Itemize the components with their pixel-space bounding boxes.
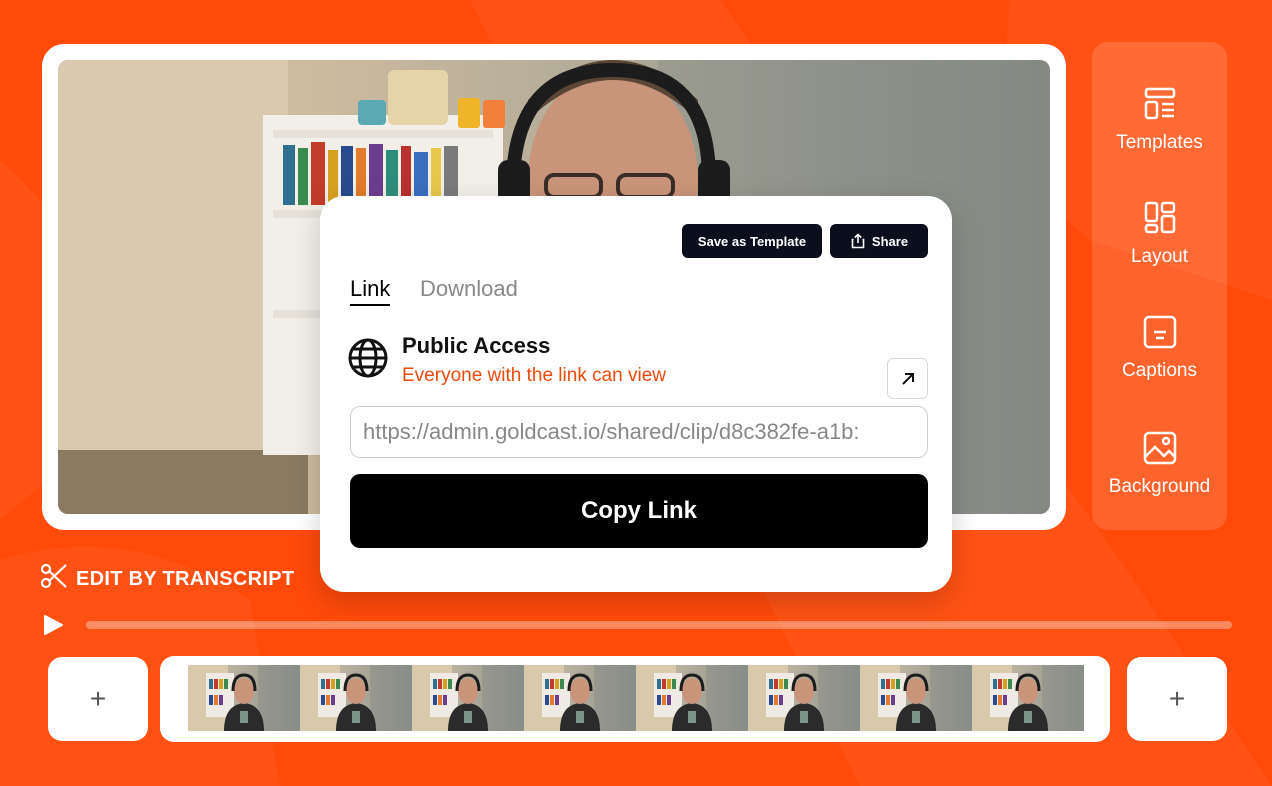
play-icon[interactable] — [42, 614, 64, 636]
captions-icon — [1143, 315, 1176, 349]
timeline-scrubber[interactable] — [86, 621, 1232, 629]
scissors-icon — [40, 563, 67, 588]
captions-button[interactable]: Captions — [1092, 314, 1227, 382]
background-button[interactable]: Background — [1092, 430, 1227, 498]
add-clip-after-button[interactable]: + — [1127, 657, 1227, 741]
edit-by-transcript-button[interactable]: EDIT BY TRANSCRIPT — [40, 562, 294, 591]
edit-by-transcript-label: EDIT BY TRANSCRIPT — [76, 568, 295, 590]
background-label: Background — [1108, 476, 1211, 497]
filmstrip-frames — [188, 665, 1084, 731]
templates-label: Templates — [1116, 132, 1203, 153]
plus-icon: + — [1168, 683, 1186, 714]
open-link-button[interactable] — [887, 358, 928, 399]
image-icon — [1143, 431, 1176, 465]
layout-button[interactable]: Layout — [1092, 200, 1227, 268]
share-label: Share — [871, 233, 909, 249]
captions-label: Captions — [1122, 360, 1197, 381]
copy-link-label: Copy Link — [580, 497, 697, 524]
tab-download[interactable]: Download — [420, 276, 518, 302]
save-as-template-label: Save as Template — [697, 233, 807, 249]
filmstrip-frame — [188, 665, 300, 731]
plus-icon: + — [89, 683, 107, 714]
layout-label: Layout — [1130, 246, 1189, 267]
share-button[interactable]: Share — [830, 224, 928, 258]
share-url-input[interactable] — [350, 406, 928, 458]
layout-icon — [1144, 201, 1175, 234]
save-as-template-button[interactable]: Save as Template — [682, 224, 822, 258]
add-clip-before-button[interactable]: + — [48, 657, 148, 741]
filmstrip-frame — [636, 665, 748, 731]
globe-icon — [348, 338, 388, 378]
arrow-up-right-icon — [901, 372, 914, 385]
templates-button[interactable]: Templates — [1092, 86, 1227, 154]
tab-link[interactable]: Link — [350, 276, 391, 306]
filmstrip[interactable] — [160, 656, 1110, 742]
filmstrip-frame — [972, 665, 1084, 731]
filmstrip-frame — [748, 665, 860, 731]
filmstrip-frame — [860, 665, 972, 731]
access-title: Public Access — [402, 333, 551, 358]
access-subtitle: Everyone with the link can view — [402, 365, 667, 386]
templates-icon — [1144, 87, 1175, 120]
share-modal: Save as Template Share Link Download Pub… — [320, 196, 952, 592]
filmstrip-frame — [524, 665, 636, 731]
side-panel: Templates Layout Captions Background — [1092, 42, 1227, 530]
filmstrip-frame — [300, 665, 412, 731]
share-icon — [851, 233, 865, 249]
copy-link-button[interactable]: Copy Link — [350, 474, 928, 548]
filmstrip-frame — [412, 665, 524, 731]
